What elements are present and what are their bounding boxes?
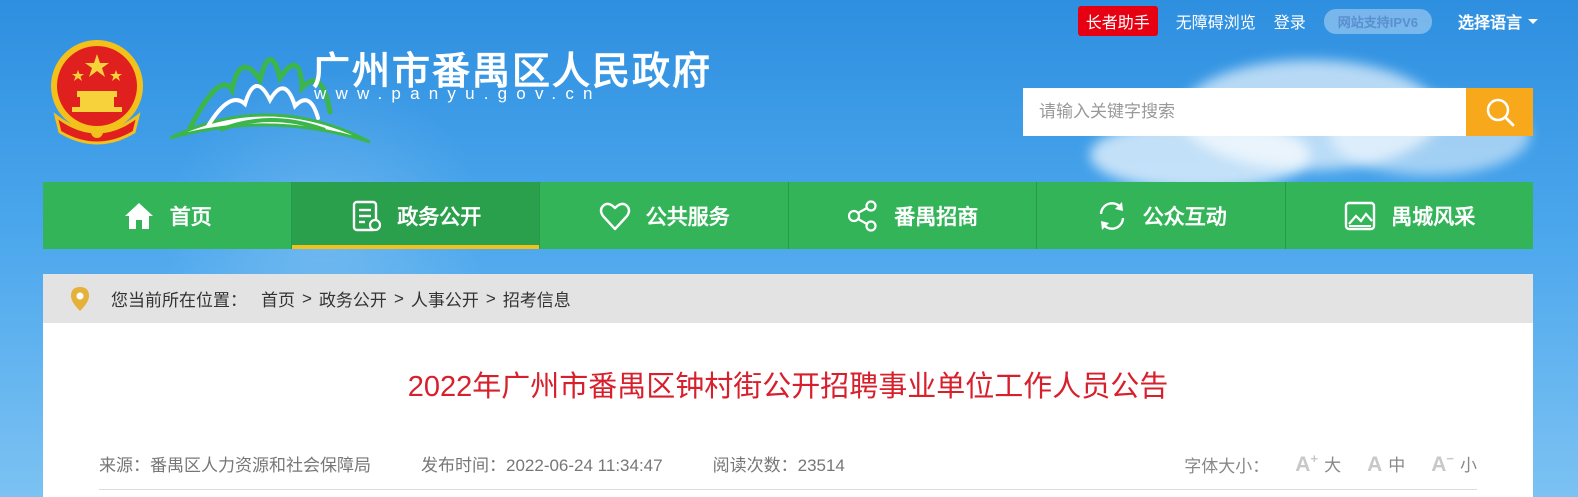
font-decrease-icon: A− bbox=[1431, 451, 1454, 476]
article-meta: 来源：番禺区人力资源和社会保障局 发布时间：2022-06-24 11:34:4… bbox=[99, 451, 1477, 477]
breadcrumb: 您当前所在位置： 首页 > 政务公开 > 人事公开 > 招考信息 bbox=[43, 274, 1533, 323]
font-size-small-button[interactable]: A− 小 bbox=[1431, 451, 1477, 477]
nav-item-interaction[interactable]: 公众互动 bbox=[1037, 182, 1286, 249]
font-increase-icon: A+ bbox=[1295, 451, 1319, 476]
meta-divider bbox=[99, 489, 1477, 490]
article-read-count: 阅读次数：23514 bbox=[712, 456, 845, 475]
location-pin-icon bbox=[71, 286, 89, 311]
breadcrumb-separator: > bbox=[485, 288, 496, 308]
breadcrumb-separator: > bbox=[393, 288, 404, 308]
nav-item-label: 政务公开 bbox=[397, 205, 482, 229]
language-label: 选择语言 bbox=[1457, 15, 1522, 32]
font-size-medium-label: 中 bbox=[1388, 456, 1406, 475]
site-url: www.panyu.gov.cn bbox=[314, 84, 602, 103]
heart-icon bbox=[599, 202, 630, 230]
ipv6-badge: 网站支持IPV6 bbox=[1323, 8, 1432, 34]
nav-item-public-service[interactable]: 公共服务 bbox=[540, 182, 789, 249]
nav-item-label: 番禺招商 bbox=[894, 205, 979, 229]
search-button[interactable] bbox=[1466, 88, 1533, 136]
article-container: 2022年广州市番禺区钟村街公开招聘事业单位工作人员公告 来源：番禺区人力资源和… bbox=[43, 323, 1533, 497]
breadcrumb-home[interactable]: 首页 bbox=[261, 286, 295, 311]
nav-item-label: 禺城风采 bbox=[1391, 205, 1476, 229]
chevron-down-icon bbox=[1528, 18, 1538, 24]
nav-item-label: 公众互动 bbox=[1142, 205, 1227, 229]
breadcrumb-separator: > bbox=[302, 288, 312, 308]
nav-item-city-scenery[interactable]: 禺城风采 bbox=[1286, 182, 1534, 249]
breadcrumb-personnel[interactable]: 人事公开 bbox=[411, 286, 479, 311]
picture-icon bbox=[1345, 201, 1376, 230]
main-nav: 首页 政务公开 公共服务 番禺招商 公众互动 禺城风采 bbox=[43, 182, 1533, 249]
share-icon bbox=[848, 199, 877, 232]
nav-item-home[interactable]: 首页 bbox=[43, 182, 292, 249]
top-toolbar: 长者助手 无障碍浏览 登录 网站支持IPV6 选择语言 bbox=[1077, 6, 1538, 36]
font-size-large-button[interactable]: A+ 大 bbox=[1295, 451, 1341, 477]
article-publish-time: 发布时间：2022-06-24 11:34:47 bbox=[421, 456, 663, 475]
nav-item-label: 公共服务 bbox=[645, 205, 730, 229]
font-size-control: 字体大小： A+ 大 A 中 A− 小 bbox=[1184, 451, 1477, 477]
font-size-large-label: 大 bbox=[1324, 456, 1342, 475]
search-icon bbox=[1486, 98, 1514, 127]
nav-item-investment[interactable]: 番禺招商 bbox=[789, 182, 1037, 249]
font-size-medium-button[interactable]: A 中 bbox=[1367, 451, 1405, 477]
breadcrumb-prefix: 您当前所在位置： bbox=[111, 291, 247, 310]
national-emblem-icon bbox=[51, 40, 143, 145]
nav-item-government-affairs[interactable]: 政务公开 bbox=[291, 182, 540, 249]
breadcrumb-government-affairs[interactable]: 政务公开 bbox=[319, 286, 387, 311]
article-source: 来源：番禺区人力资源和社会保障局 bbox=[99, 456, 371, 475]
article-title: 2022年广州市番禺区钟村街公开招聘事业单位工作人员公告 bbox=[407, 371, 1169, 403]
refresh-icon bbox=[1099, 201, 1124, 230]
elder-assistant-button[interactable]: 长者助手 bbox=[1077, 6, 1158, 36]
font-default-icon: A bbox=[1367, 453, 1383, 476]
language-selector[interactable]: 选择语言 bbox=[1458, 9, 1538, 33]
font-size-small-label: 小 bbox=[1460, 456, 1477, 475]
nav-item-label: 首页 bbox=[169, 205, 212, 229]
home-icon bbox=[124, 202, 153, 229]
document-icon bbox=[353, 200, 382, 231]
search-box bbox=[1023, 88, 1533, 136]
accessible-browse-link[interactable]: 无障碍浏览 bbox=[1176, 9, 1256, 33]
search-input[interactable] bbox=[1023, 88, 1466, 136]
login-link[interactable]: 登录 bbox=[1274, 9, 1306, 33]
breadcrumb-recruitment[interactable]: 招考信息 bbox=[503, 286, 571, 311]
font-size-label: 字体大小： bbox=[1184, 456, 1270, 476]
